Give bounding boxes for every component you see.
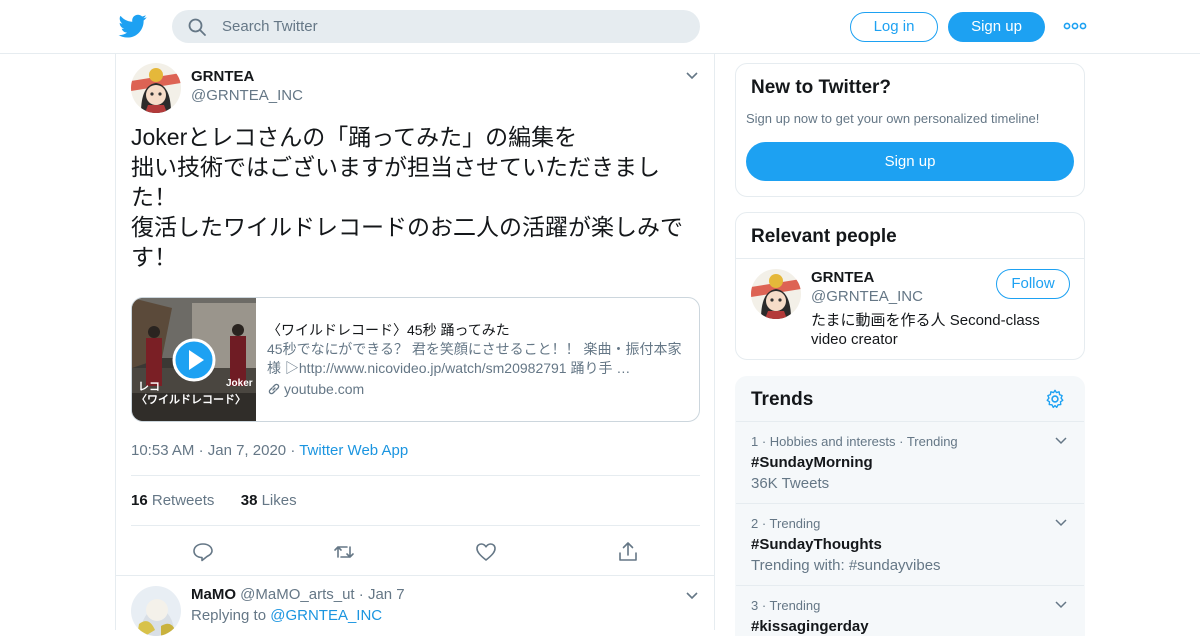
trend-item[interactable]: 2 · Trending #SundayThoughts Trending wi… bbox=[736, 503, 1084, 585]
retweets-label: Retweets bbox=[151, 492, 215, 509]
retweet-icon[interactable] bbox=[332, 540, 356, 564]
chevron-down-icon[interactable] bbox=[1054, 436, 1068, 446]
person-bio: たまに動画を作る人 Second-class video creator bbox=[811, 312, 1040, 348]
top-bar: Log in Sign up bbox=[0, 0, 1200, 54]
link-icon bbox=[268, 383, 280, 395]
tweet-author-handle[interactable]: @GRNTEA_INC bbox=[191, 87, 303, 104]
video-thumbnail: レコ Joker 〈ワイルドレコード〉 bbox=[132, 298, 256, 421]
tweet-meta: 10:53 AM · Jan 7, 2020 · Twitter Web App bbox=[131, 442, 408, 459]
trend-hashtag[interactable]: #kissagingerday bbox=[751, 618, 869, 635]
chevron-down-icon[interactable] bbox=[1054, 518, 1068, 528]
search-input[interactable] bbox=[222, 10, 682, 43]
retweets-count: 16 bbox=[131, 492, 148, 509]
thumb-caption: 〈ワイルドレコード〉 bbox=[136, 394, 246, 406]
likes-stat[interactable]: 38 Likes bbox=[241, 492, 297, 509]
search-icon bbox=[188, 18, 206, 36]
divider bbox=[736, 258, 1084, 259]
divider bbox=[116, 575, 714, 576]
meta-separator: · bbox=[198, 442, 208, 459]
tweet-text: Jokerとレコさんの「踊ってみた」の編集を 拙い技術ではございますが担当させて… bbox=[131, 124, 683, 270]
reply-icon[interactable] bbox=[191, 540, 215, 564]
like-heart-icon[interactable] bbox=[474, 540, 498, 564]
relevant-people-panel: Relevant people GRNTEA @GRNTEA_INC たまに動画… bbox=[735, 212, 1085, 360]
tweet-author-name[interactable]: GRNTEA bbox=[191, 68, 254, 85]
divider bbox=[131, 475, 700, 476]
trend-context: 2 · Trending bbox=[751, 516, 821, 531]
replying-to: Replying to @GRNTEA_INC bbox=[191, 607, 382, 624]
reply-date[interactable]: Jan 7 bbox=[368, 586, 405, 603]
divider bbox=[131, 525, 700, 526]
trend-item[interactable]: 1 · Hobbies and interests · Trending #Su… bbox=[736, 421, 1084, 503]
trend-item[interactable]: 3 · Trending #kissagingerday bbox=[736, 585, 1084, 635]
tweet-column: GRNTEA @GRNTEA_INC Jokerとレコさんの「踊ってみた」の編集… bbox=[115, 54, 715, 636]
play-icon[interactable] bbox=[172, 338, 216, 382]
retweets-stat[interactable]: 16 Retweets bbox=[131, 492, 214, 509]
search-box[interactable] bbox=[172, 10, 700, 43]
reply-author-name[interactable]: MaMO bbox=[191, 586, 236, 603]
trend-hashtag[interactable]: #SundayThoughts bbox=[751, 536, 882, 553]
person-name[interactable]: GRNTEA bbox=[811, 269, 874, 286]
login-button[interactable]: Log in bbox=[850, 12, 938, 42]
person-handle[interactable]: @GRNTEA_INC bbox=[811, 288, 923, 305]
tweet-stats: 16 Retweets 38 Likes bbox=[131, 492, 297, 509]
reply-author-handle[interactable]: @MaMO_arts_ut bbox=[240, 586, 354, 603]
chevron-down-icon[interactable] bbox=[684, 590, 700, 602]
trend-subtext: Trending with: #sundayvibes bbox=[751, 557, 941, 574]
card-domain-text: youtube.com bbox=[284, 381, 365, 397]
more-options-icon[interactable] bbox=[1062, 18, 1088, 34]
share-icon[interactable] bbox=[616, 540, 640, 564]
new-to-twitter-panel: New to Twitter? Sign up now to get your … bbox=[735, 63, 1085, 197]
follow-button[interactable]: Follow bbox=[996, 269, 1070, 299]
panel-title: Relevant people bbox=[751, 226, 897, 247]
meta-separator: · bbox=[354, 586, 368, 603]
trend-context: 3 · Trending bbox=[751, 598, 821, 613]
thumb-label-right: Joker bbox=[226, 378, 253, 389]
tweet-date: Jan 7, 2020 bbox=[207, 442, 287, 459]
card-description: 45秒でなにができる？ 君を笑顔にさせること！！ 楽曲・振付本家様 ▷http:… bbox=[267, 341, 682, 376]
avatar[interactable] bbox=[751, 269, 801, 319]
card-domain[interactable]: youtube.com bbox=[267, 381, 364, 397]
chevron-down-icon[interactable] bbox=[1054, 600, 1068, 610]
signup-large-button[interactable]: Sign up bbox=[746, 142, 1074, 181]
likes-count: 38 bbox=[240, 492, 258, 509]
gear-icon[interactable] bbox=[1044, 388, 1066, 410]
trends-panel: Trends 1 · Hobbies and interests · Trend… bbox=[735, 376, 1085, 636]
reply-header: MaMO @MaMO_arts_ut · Jan 7 bbox=[191, 586, 405, 603]
avatar-image bbox=[751, 269, 801, 319]
replying-label: Replying to bbox=[191, 607, 267, 624]
meta-separator: · bbox=[290, 442, 300, 459]
card-title[interactable]: 〈ワイルドレコード〉45秒 踊ってみた bbox=[267, 320, 510, 340]
tweet-source-link[interactable]: Twitter Web App bbox=[299, 442, 408, 459]
avatar-image bbox=[131, 63, 181, 113]
trend-subtext: 36K Tweets bbox=[751, 475, 830, 492]
reply-avatar-image bbox=[131, 586, 181, 636]
signup-button[interactable]: Sign up bbox=[948, 12, 1045, 42]
trend-hashtag[interactable]: #SundayMorning bbox=[751, 454, 873, 471]
twitter-bird-icon[interactable] bbox=[118, 12, 148, 40]
likes-label: Likes bbox=[261, 492, 297, 509]
link-card[interactable]: レコ Joker 〈ワイルドレコード〉 〈ワイルドレコード〉45秒 踊ってみた … bbox=[131, 297, 700, 422]
panel-title: Trends bbox=[751, 389, 814, 410]
replying-mention-link[interactable]: @GRNTEA_INC bbox=[270, 607, 382, 624]
chevron-down-icon[interactable] bbox=[684, 70, 700, 82]
tweet-time: 10:53 AM bbox=[131, 442, 195, 459]
avatar[interactable] bbox=[131, 63, 181, 113]
reply-avatar[interactable] bbox=[131, 586, 181, 636]
trend-context: 1 · Hobbies and interests · Trending bbox=[751, 434, 958, 449]
panel-title: New to Twitter? bbox=[751, 77, 892, 98]
panel-subtitle: Sign up now to get your own personalized… bbox=[746, 111, 1040, 126]
